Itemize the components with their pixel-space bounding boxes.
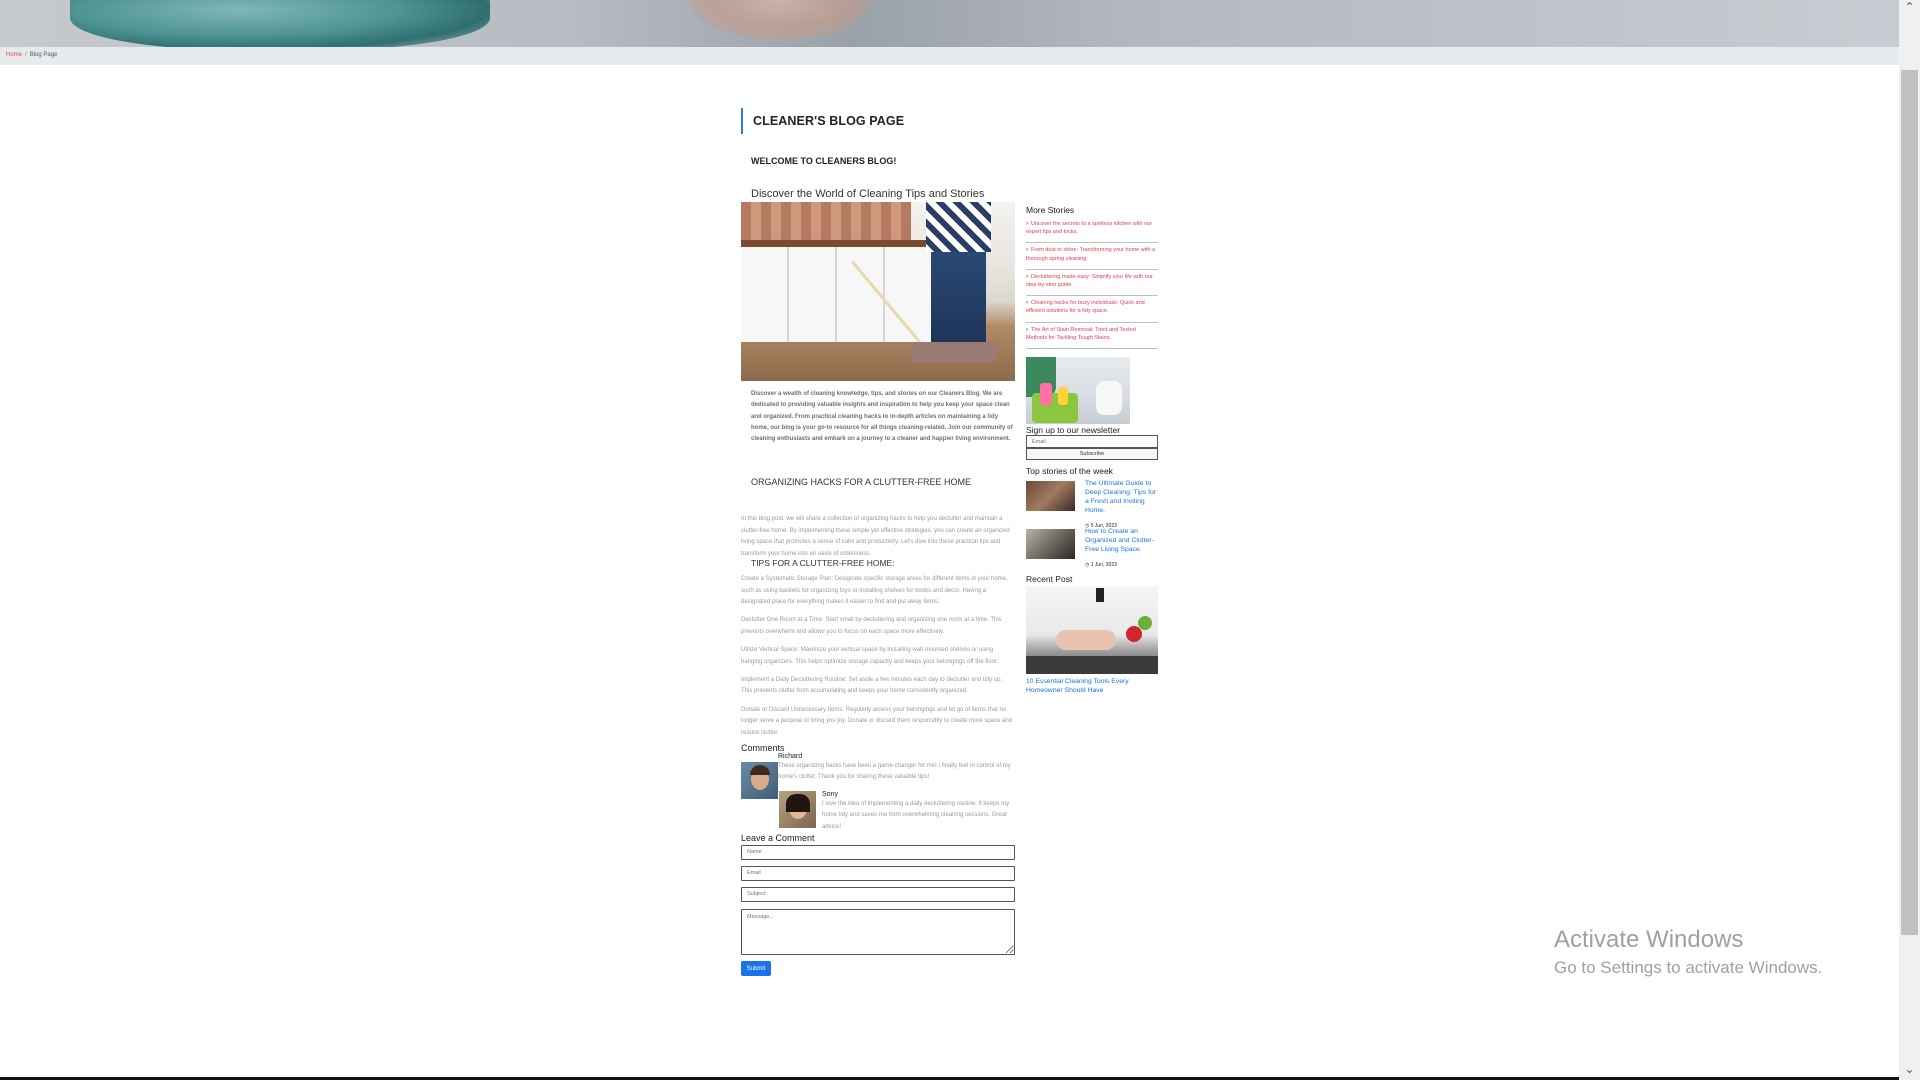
story-link-label: Uncover the secrets to a spotless kitche…: [1026, 221, 1153, 236]
more-stories-list: › Uncover the secrets to a spotless kitch…: [1026, 217, 1158, 350]
tip-paragraph: Create a Systematic Storage Plan: Design…: [741, 576, 1008, 605]
top-story-thumbnail[interactable]: [1026, 481, 1075, 512]
comment-author: Richard: [778, 752, 803, 760]
comment-item: Richard These organizing hacks have been…: [741, 752, 1015, 799]
chevron-right-icon: ›: [1026, 221, 1028, 227]
discover-heading: Discover the World of Cleaning Tips and …: [751, 188, 985, 200]
top-story-item[interactable]: How to Create an Organized and Clutter-F…: [1026, 524, 1158, 572]
submit-comment-button[interactable]: Submit: [741, 961, 771, 977]
watermark-line-1: Activate Windows: [1554, 926, 1744, 953]
page-title: CLEANER'S BLOG PAGE: [741, 108, 1015, 134]
top-story-date: ◷ 1 Jun, 2023: [1085, 562, 1117, 568]
page-scrollbar[interactable]: ⌃ ⌄: [1899, 0, 1920, 1080]
more-stories-heading: More Stories: [1026, 205, 1075, 215]
cleaning-bucket-image: [1026, 357, 1130, 425]
story-link[interactable]: › The Art of Stain Removal: Tried and Tes…: [1026, 323, 1158, 350]
avatar: [779, 790, 816, 828]
chevron-right-icon: ›: [1026, 326, 1028, 333]
tip-paragraph: Declutter One Room at a Time: Start smal…: [741, 617, 1002, 635]
scroll-up-icon[interactable]: ⌃: [1899, 0, 1920, 18]
story-link-label: Decluttering made easy: Simplify your li…: [1026, 273, 1153, 289]
watermark-line-2: Go to Settings to activate Windows.: [1554, 958, 1823, 977]
blog-sidebar: More Stories › Uncover the secrets to a s…: [1026, 205, 1158, 695]
newsletter-heading: Sign up to our newsletter: [1026, 425, 1121, 436]
breadcrumb: Home / Blog Page: [0, 47, 1899, 65]
story-link-label: Cleaning hacks for busy individuals: Qui…: [1026, 300, 1145, 315]
tip-paragraph: Implement a Daily Decluttering Routine: …: [741, 676, 1003, 695]
hero-banner: [0, 0, 1899, 47]
story-link[interactable]: › Uncover the secrets to a spotless kitch…: [1026, 217, 1158, 244]
breadcrumb-current: Blog Page: [29, 52, 58, 58]
chevron-right-icon: ›: [1026, 300, 1028, 307]
welcome-heading: WELCOME TO CLEANERS BLOG!: [751, 156, 897, 166]
comment-message-textarea[interactable]: [741, 908, 1015, 955]
post-title: ORGANIZING HACKS FOR A CLUTTER-FREE HOME: [751, 477, 972, 488]
top-stories-heading: Top stories of the week: [1026, 466, 1113, 477]
breadcrumb-separator: /: [25, 52, 27, 58]
comment-author: Sony: [822, 790, 838, 798]
tips-heading: TIPS FOR A CLUTTER-FREE HOME:: [751, 558, 895, 569]
tip-paragraph: Donate or Discard Unnecessary Items: Reg…: [741, 706, 1013, 736]
blog-main-column: CLEANER'S BLOG PAGE WELCOME TO CLEANERS …: [741, 108, 1015, 977]
comment-text: These organizing hacks have been a game-…: [778, 762, 1011, 781]
comment-email-input[interactable]: [741, 865, 1015, 881]
newsletter-email-input[interactable]: [1026, 435, 1158, 449]
scrollbar-thumb[interactable]: [1901, 70, 1918, 935]
comment-subject-input[interactable]: [741, 886, 1015, 902]
recent-post-link[interactable]: 10 Essential Cleaning Tools Every Homeow…: [1026, 677, 1158, 695]
post-intro-text: In this blog post, we will share a colle…: [741, 516, 1010, 557]
tip-paragraph: Utilize Vertical Space: Maximize your ve…: [741, 647, 999, 665]
recent-post-image[interactable]: [1026, 586, 1158, 675]
comment-text: I love the idea of implementing a daily …: [822, 800, 1010, 830]
blog-intro-text: Discover a wealth of cleaning knowledge,…: [751, 391, 1013, 443]
scroll-down-icon[interactable]: ⌄: [1899, 1062, 1920, 1080]
kitchen-cleaning-image: [741, 202, 1015, 381]
story-link[interactable]: › Cleaning hacks for busy individuals: Qu…: [1026, 296, 1158, 323]
comments-heading: Comments: [741, 742, 785, 753]
chevron-right-icon: ›: [1026, 273, 1028, 280]
leave-comment-heading: Leave a Comment: [741, 832, 815, 843]
story-link-label: From dust to shine: Transforming your ho…: [1026, 247, 1156, 262]
top-story-title[interactable]: How to Create an Organized and Clutter-F…: [1085, 527, 1158, 554]
story-link[interactable]: › From dust to shine: Transforming your h…: [1026, 243, 1158, 270]
top-story-date-label: 1 Jun, 2023: [1090, 562, 1117, 569]
story-link[interactable]: › Decluttering made easy: Simplify your l…: [1026, 270, 1158, 297]
activate-windows-watermark: Activate Windows Go to Settings to activ…: [1554, 926, 1822, 978]
comment-item: Sony I love the idea of implementing a d…: [741, 790, 1015, 833]
subscribe-button[interactable]: Subscribe: [1026, 448, 1158, 461]
story-link-label: The Art of Stain Removal: Tried and Test…: [1026, 326, 1136, 341]
hero-hand-image: [690, 0, 870, 40]
chevron-right-icon: ›: [1026, 247, 1028, 254]
comment-name-input[interactable]: [741, 844, 1015, 860]
hero-cloth-image: [70, 0, 490, 47]
top-story-thumbnail[interactable]: [1026, 529, 1075, 560]
breadcrumb-home-link[interactable]: Home: [6, 52, 22, 58]
top-story-title[interactable]: The Ultimate Guide to Deep Cleaning: Tip…: [1085, 479, 1158, 515]
recent-post-heading: Recent Post: [1026, 574, 1073, 585]
